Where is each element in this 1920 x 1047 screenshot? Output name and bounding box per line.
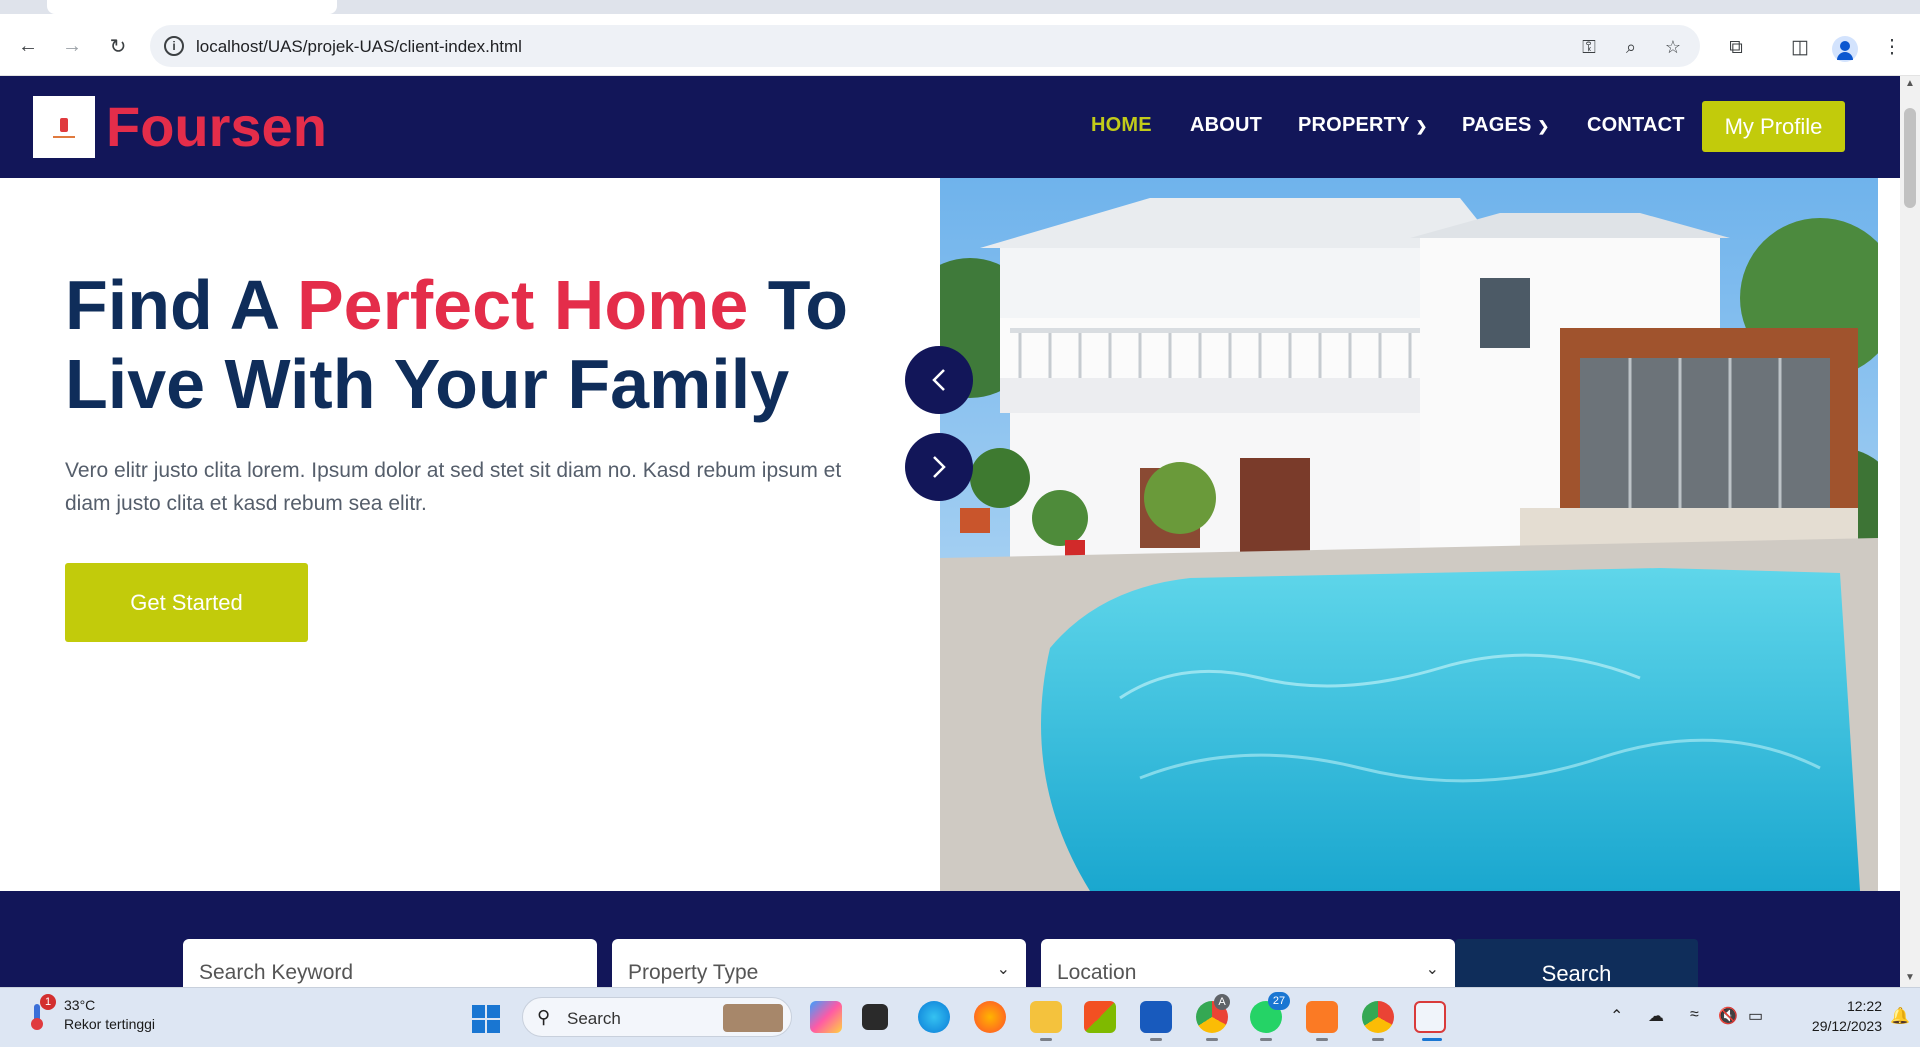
browser-toolbar: ← → ↻ i localhost/UAS/projek-UAS/client-…	[0, 14, 1920, 76]
taskbar-search[interactable]: ⚲ Search	[522, 997, 792, 1037]
chrome-profile2-app-icon[interactable]	[1362, 1001, 1394, 1033]
chevron-up-icon[interactable]: ⌃	[1610, 1006, 1623, 1026]
whatsapp-badge: 27	[1268, 992, 1290, 1010]
address-bar[interactable]: i localhost/UAS/projek-UAS/client-index.…	[150, 25, 1700, 67]
scrollbar-thumb[interactable]	[1904, 108, 1916, 208]
start-tile	[472, 1005, 485, 1018]
notification-bell-icon[interactable]: 🔔	[1890, 1006, 1910, 1026]
search-icon: ⚲	[537, 1007, 551, 1027]
app-running-indicator	[1260, 1038, 1272, 1041]
site-navbar: Foursen HOME ABOUT PROPERTY ❯ PAGES ❯ CONT…	[0, 76, 1900, 178]
side-panel-icon[interactable]: ◫	[1788, 36, 1812, 60]
volume-muted-icon[interactable]: 🔇	[1718, 1006, 1738, 1026]
page-viewport: Foursen HOME ABOUT PROPERTY ❯ PAGES ❯ CONT…	[0, 76, 1900, 987]
chevron-right-icon	[933, 456, 946, 478]
carousel-next-button[interactable]	[905, 433, 973, 501]
chevron-left-icon	[932, 369, 945, 391]
ms-store-icon[interactable]	[1084, 1001, 1116, 1033]
active-tab[interactable]	[47, 0, 337, 14]
site-info-icon[interactable]: i	[164, 36, 184, 56]
scroll-down-icon[interactable]: ▼	[1905, 972, 1915, 983]
search-section: Search Keyword Property Type ⌄ Location …	[0, 891, 1900, 987]
zoom-icon[interactable]: ⌕	[1620, 36, 1642, 58]
search-keyword-input[interactable]: Search Keyword	[183, 939, 597, 987]
password-key-icon[interactable]: ⚿	[1578, 36, 1600, 58]
onedrive-offline-icon[interactable]: ☁	[1648, 1006, 1664, 1026]
start-tile	[487, 1020, 500, 1033]
hero-title-accent: Perfect Home	[296, 266, 749, 344]
windows-start-icon[interactable]	[472, 1005, 500, 1033]
clock-time[interactable]: 12:22	[1826, 998, 1882, 1014]
brand-name[interactable]: Foursen	[106, 94, 327, 159]
bookmark-star-icon[interactable]: ☆	[1662, 36, 1684, 58]
nav-about[interactable]: ABOUT	[1190, 114, 1262, 137]
logo-mark	[60, 118, 68, 132]
forward-icon[interactable]: →	[58, 32, 86, 60]
carousel-prev-button[interactable]	[905, 346, 973, 414]
weather-badge: 1	[40, 994, 56, 1010]
chevron-down-icon: ❯	[1537, 118, 1550, 134]
logo-underline	[53, 136, 75, 138]
weather-description[interactable]: Rekor tertinggi	[64, 1016, 155, 1032]
xampp-app-icon[interactable]	[1306, 1001, 1338, 1033]
chevron-down-icon: ⌄	[1425, 961, 1439, 978]
url-text[interactable]: localhost/UAS/projek-UAS/client-index.ht…	[196, 37, 522, 57]
snipping-tool-icon[interactable]	[1414, 1001, 1446, 1033]
windows-taskbar: 1 33°C Rekor tertinggi ⚲ Search A 27 ⌃ ☁…	[0, 987, 1920, 1047]
get-started-button[interactable]: Get Started	[65, 563, 308, 642]
search-button[interactable]: Search	[1455, 939, 1698, 987]
nav-pages-label: PAGES	[1462, 114, 1532, 136]
kebab-menu-icon[interactable]: ⋮	[1880, 36, 1904, 60]
scroll-up-icon[interactable]: ▲	[1905, 78, 1915, 89]
property-type-select[interactable]: Property Type ⌄	[612, 939, 1026, 987]
app-running-indicator	[1372, 1038, 1384, 1041]
app-running-indicator	[1206, 1038, 1218, 1041]
location-label: Location	[1057, 961, 1137, 984]
edge-app-icon[interactable]	[918, 1001, 950, 1033]
app-running-indicator	[1040, 1038, 1052, 1041]
app-running-indicator	[1316, 1038, 1328, 1041]
nav-home[interactable]: HOME	[1091, 114, 1152, 137]
hero-house-image	[940, 178, 1878, 891]
my-profile-button[interactable]: My Profile	[1702, 101, 1845, 152]
wifi-icon[interactable]: ≈	[1690, 1006, 1699, 1024]
back-icon[interactable]: ←	[14, 32, 42, 60]
clock-date[interactable]: 29/12/2023	[1786, 1018, 1882, 1034]
taskbar-search-label: Search	[567, 1009, 621, 1028]
reload-icon[interactable]: ↻	[104, 32, 132, 60]
nav-contact[interactable]: CONTACT	[1587, 114, 1685, 137]
chevron-down-icon: ❯	[1415, 118, 1428, 134]
copilot-app-icon[interactable]	[810, 1001, 842, 1033]
hero-description: Vero elitr justo clita lorem. Ipsum dolo…	[65, 459, 842, 515]
property-type-label: Property Type	[628, 961, 759, 984]
battery-icon[interactable]: ▭	[1748, 1006, 1763, 1026]
thermometer-bulb	[31, 1018, 43, 1030]
extensions-icon[interactable]: ⧉	[1724, 36, 1748, 60]
start-tile	[487, 1005, 500, 1018]
app-running-indicator	[1150, 1038, 1162, 1041]
firefox-app-icon[interactable]	[974, 1001, 1006, 1033]
start-tile	[472, 1020, 485, 1033]
nav-pages[interactable]: PAGES ❯	[1462, 114, 1549, 137]
chevron-down-icon: ⌄	[996, 961, 1010, 978]
nav-home-label: HOME	[1091, 114, 1152, 136]
task-view-icon[interactable]	[862, 1004, 888, 1030]
search-highlight-thumbnail	[723, 1004, 783, 1032]
weather-temperature[interactable]: 33°C	[64, 997, 95, 1013]
hero-title: Find A Perfect Home To Live With Your Fa…	[65, 266, 925, 424]
profile-avatar-icon[interactable]	[1832, 36, 1858, 62]
page-scrollbar[interactable]: ▲ ▼	[1900, 76, 1920, 987]
tab-strip	[0, 0, 1920, 14]
word-app-icon[interactable]	[1140, 1001, 1172, 1033]
nav-contact-label: CONTACT	[1587, 114, 1685, 136]
nav-about-label: ABOUT	[1190, 114, 1263, 136]
chrome-profile-badge: A	[1214, 994, 1230, 1010]
location-select[interactable]: Location ⌄	[1041, 939, 1455, 987]
nav-property-label: PROPERTY	[1298, 114, 1410, 136]
logo[interactable]	[33, 96, 95, 158]
nav-property[interactable]: PROPERTY ❯	[1298, 114, 1428, 137]
hero-title-part1: Find A	[65, 266, 297, 344]
app-active-indicator	[1422, 1038, 1442, 1041]
file-explorer-icon[interactable]	[1030, 1001, 1062, 1033]
